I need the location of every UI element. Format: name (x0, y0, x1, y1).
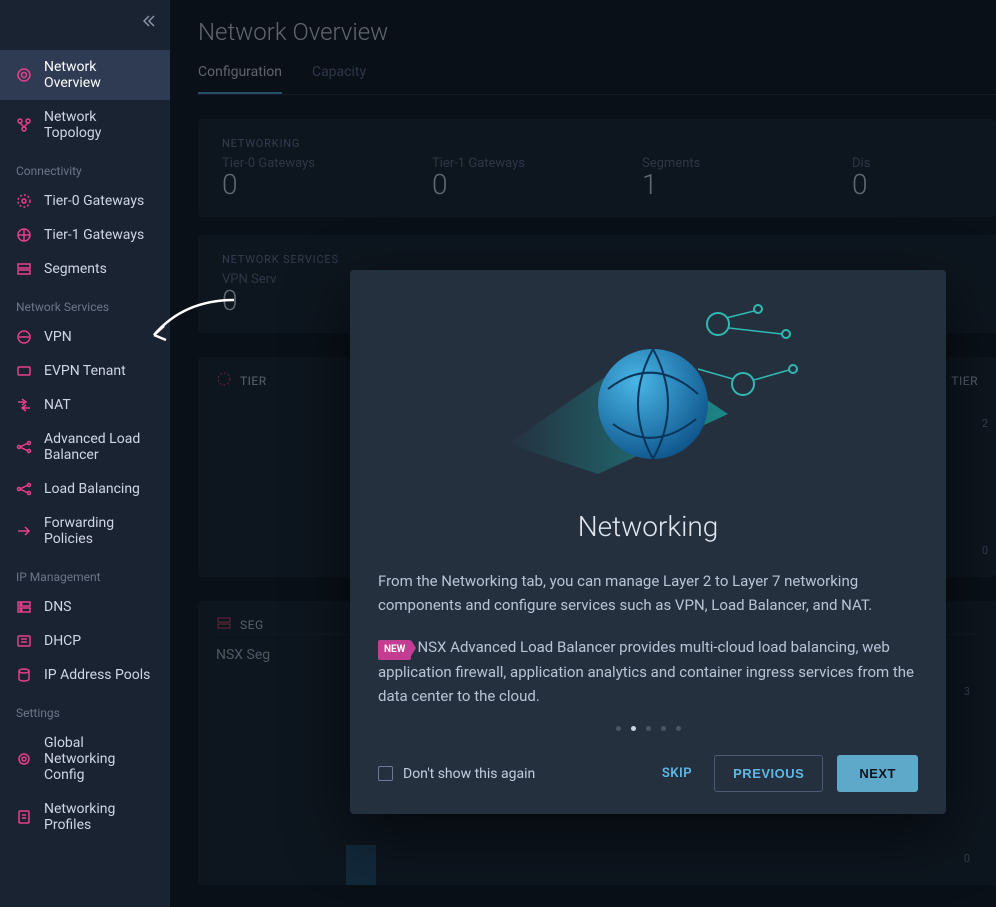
gear-icon (16, 751, 32, 767)
sidebar-item-label: Network Overview (44, 59, 154, 91)
sidebar-item-lb[interactable]: Load Balancing (0, 472, 170, 506)
checkbox-label: Don't show this again (403, 766, 535, 782)
stat-tier0: Tier-0 Gateways 0 (222, 156, 342, 199)
tabs: Configuration Capacity (198, 64, 996, 95)
page-title: Network Overview (198, 18, 996, 46)
seg-title: SEG (240, 618, 264, 632)
sidebar-collapse-button[interactable] (142, 14, 156, 32)
dot-active[interactable] (631, 726, 636, 731)
sidebar-item-label: NAT (44, 397, 71, 413)
sidebar-item-label: DNS (44, 599, 72, 615)
modal-paragraph-1: From the Networking tab, you can manage … (378, 569, 918, 617)
chart-axis: 2 0 (982, 417, 988, 557)
sidebar-item-evpn-tenant[interactable]: EVPN Tenant (0, 354, 170, 388)
sidebar-item-label: Tier-1 Gateways (44, 227, 144, 243)
sidebar-item-label: IP Address Pools (44, 667, 150, 683)
sidebar-item-label: DHCP (44, 633, 81, 649)
sidebar-item-label: Forwarding Policies (44, 515, 154, 547)
sidebar-group-connectivity: Connectivity (0, 150, 170, 184)
sidebar-item-forwarding-policies[interactable]: Forwarding Policies (0, 506, 170, 556)
sidebar-item-nat[interactable]: NAT (0, 388, 170, 422)
sidebar-item-adv-lb[interactable]: Advanced Load Balancer (0, 422, 170, 472)
sidebar: Network Overview Network Topology Connec… (0, 0, 170, 907)
modal-title: Networking (378, 510, 918, 543)
sidebar-item-ip-pools[interactable]: IP Address Pools (0, 658, 170, 692)
sidebar-item-label: VPN (44, 329, 72, 345)
tier1-icon (16, 227, 32, 243)
tab-capacity[interactable]: Capacity (312, 64, 366, 94)
sidebar-item-label: Load Balancing (44, 481, 140, 497)
sidebar-item-label: Advanced Load Balancer (44, 431, 154, 463)
dot[interactable] (661, 726, 666, 731)
sidebar-group-ip-management: IP Management (0, 556, 170, 590)
overview-icon (16, 67, 32, 83)
dont-show-checkbox[interactable]: Don't show this again (378, 766, 535, 782)
dhcp-icon (16, 633, 32, 649)
sidebar-item-dhcp[interactable]: DHCP (0, 624, 170, 658)
card-label: NETWORK SERVICES (222, 253, 972, 266)
tour-arrow-icon (144, 290, 244, 350)
sidebar-item-tier0-gateways[interactable]: Tier-0 Gateways (0, 184, 170, 218)
modal-body: From the Networking tab, you can manage … (378, 569, 918, 708)
sidebar-item-networking-profiles[interactable]: Networking Profiles (0, 792, 170, 842)
checkbox-icon[interactable] (378, 766, 393, 781)
tour-modal: Networking From the Networking tab, you … (350, 270, 946, 814)
sidebar-item-tier1-gateways[interactable]: Tier-1 Gateways (0, 218, 170, 252)
chevrons-left-icon (142, 14, 156, 28)
evpn-icon (16, 363, 32, 379)
sidebar-item-label: Networking Profiles (44, 801, 154, 833)
topology-icon (16, 117, 32, 133)
vpn-icon (16, 329, 32, 345)
sidebar-item-network-topology[interactable]: Network Topology (0, 100, 170, 150)
skip-button[interactable]: SKIP (654, 756, 700, 791)
adv-lb-icon (16, 439, 32, 455)
sidebar-item-label: EVPN Tenant (44, 363, 126, 379)
sidebar-item-label: Tier-0 Gateways (44, 193, 144, 209)
sidebar-item-global-net-config[interactable]: Global Networking Config (0, 726, 170, 792)
lb-icon (16, 481, 32, 497)
modal-pagination-dots (378, 726, 918, 731)
dot[interactable] (646, 726, 651, 731)
ip-pools-icon (16, 667, 32, 683)
sidebar-item-segments[interactable]: Segments (0, 252, 170, 286)
chart-axis: 3 0 (964, 685, 970, 865)
modal-illustration (378, 294, 918, 484)
nat-icon (16, 397, 32, 413)
forwarding-icon (16, 523, 32, 539)
chart-title: TIER (951, 374, 978, 388)
card-label: NETWORKING (222, 137, 972, 150)
segments-icon (16, 261, 32, 277)
stat-dis: Dis 0 (852, 156, 972, 199)
tab-configuration[interactable]: Configuration (198, 64, 282, 94)
chart-bar (346, 845, 376, 885)
profile-icon (16, 809, 32, 825)
dot[interactable] (676, 726, 681, 731)
new-badge: NEW (378, 640, 411, 660)
sidebar-item-dns[interactable]: DNS (0, 590, 170, 624)
tier0-icon (16, 193, 32, 209)
sidebar-item-network-overview[interactable]: Network Overview (0, 50, 170, 100)
tier-chart-icon (216, 371, 232, 390)
dot[interactable] (616, 726, 621, 731)
stat-segments: Segments 1 (642, 156, 762, 199)
seg-icon (216, 615, 232, 634)
chart-title: TIER (240, 374, 267, 388)
stat-tier1: Tier-1 Gateways 0 (432, 156, 552, 199)
modal-paragraph-2: NEWNSX Advanced Load Balancer provides m… (378, 635, 918, 708)
dns-icon (16, 599, 32, 615)
next-button[interactable]: NEXT (837, 755, 918, 792)
sidebar-item-label: Network Topology (44, 109, 154, 141)
sidebar-item-label: Global Networking Config (44, 735, 154, 783)
networking-card: NETWORKING Tier-0 Gateways 0 Tier-1 Gate… (198, 119, 996, 217)
sidebar-group-settings: Settings (0, 692, 170, 726)
sidebar-item-label: Segments (44, 261, 107, 277)
previous-button[interactable]: PREVIOUS (714, 755, 823, 792)
